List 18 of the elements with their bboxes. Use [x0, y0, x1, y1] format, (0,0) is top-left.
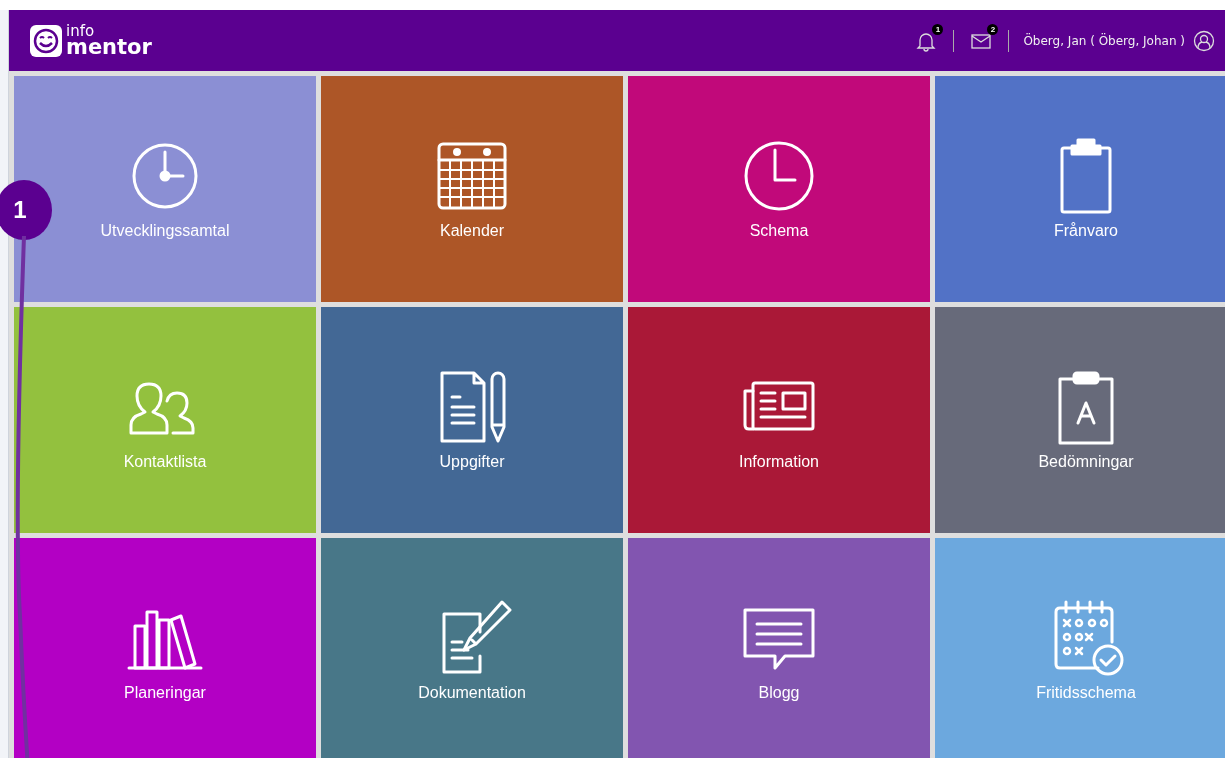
notifications-button[interactable]: 1	[913, 27, 940, 54]
app-tile[interactable]: Planeringar	[14, 538, 316, 758]
app-tile[interactable]: Dokumentation	[321, 538, 623, 758]
logo-text: mentor	[66, 36, 152, 58]
app-tile[interactable]: Uppgifter	[321, 307, 623, 533]
notification-count: 1	[932, 23, 944, 35]
logo-text: info	[66, 23, 95, 39]
app-tile[interactable]: Frånvaro	[935, 76, 1225, 302]
app-tile[interactable]: Bedömningar	[935, 307, 1225, 533]
app-tile[interactable]: Blogg	[628, 538, 930, 758]
message-count: 2	[987, 23, 999, 35]
smiley-icon	[29, 23, 63, 58]
app-tile[interactable]: Schema	[628, 76, 930, 302]
app-tile[interactable]: Kalender	[321, 76, 623, 302]
user-name[interactable]: Öberg, Jan ( Öberg, Johan )	[1023, 33, 1185, 48]
app-tile[interactable]: Information	[628, 307, 930, 533]
logo[interactable]: info mentor	[29, 23, 152, 58]
user-icon[interactable]	[1193, 29, 1215, 52]
